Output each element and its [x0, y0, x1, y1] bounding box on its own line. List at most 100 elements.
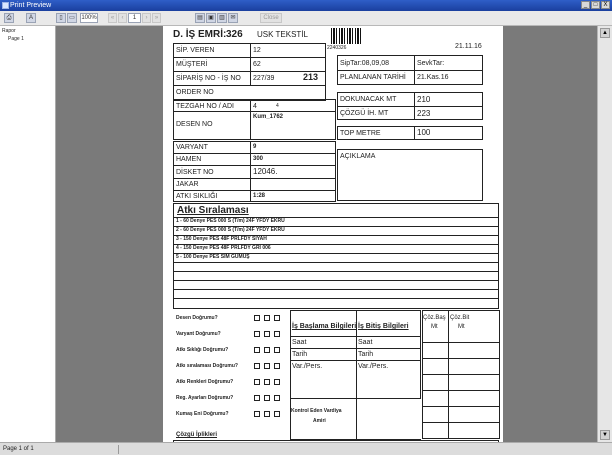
control-label-line1: Kontrol Eden Vardiya — [291, 408, 342, 414]
field-label: ATKI SIKLIĞI — [176, 193, 218, 200]
window-titlebar: Print Preview _ □ X — [0, 0, 612, 11]
field-label: JAKAR — [176, 181, 199, 188]
close-preview-button[interactable]: Close — [260, 13, 282, 23]
print-icon[interactable]: ⎙ — [4, 13, 14, 23]
window-title: Print Preview — [10, 2, 52, 9]
status-bar: Page 1 of 1 — [0, 442, 612, 455]
loom-label: TEZGAH NO / ADI — [176, 103, 234, 110]
checkbox[interactable] — [254, 395, 260, 401]
zoom-field[interactable]: 100% — [80, 13, 98, 23]
field-label: SİP. VEREN — [176, 47, 215, 54]
field-label: VARYANT — [176, 144, 208, 151]
close-window-button[interactable]: X — [601, 1, 610, 9]
email-icon[interactable]: ✉ — [228, 13, 238, 23]
save-icon[interactable]: ▣ — [206, 13, 216, 23]
field-value: 300 — [253, 156, 264, 162]
checkbox[interactable] — [274, 347, 280, 353]
roll-meter-value: 100 — [417, 128, 431, 137]
last-page-icon[interactable]: » — [152, 13, 161, 23]
weft-row: 2 - 60 Denye PES 000 S (T/m) 24F YFDY EK… — [176, 227, 285, 233]
scroll-up-icon[interactable]: ▲ — [600, 28, 610, 38]
checkbox[interactable] — [254, 331, 260, 337]
check-question: Atkı Renkleri Doğrumu? — [176, 379, 234, 385]
checkbox[interactable] — [264, 347, 270, 353]
checkbox[interactable] — [274, 315, 280, 321]
maximize-button[interactable]: □ — [591, 1, 600, 9]
doc-title: D. İŞ EMRİ: — [173, 29, 227, 40]
warp-yarns-box — [173, 440, 499, 442]
check-question: Atkı Sıklığı Doğrumu? — [176, 347, 229, 353]
checkbox[interactable] — [254, 347, 260, 353]
shipment-date: SevkTar: — [417, 60, 445, 67]
planned-date-value: 21.Kas.16 — [417, 74, 449, 81]
checkbox[interactable] — [254, 411, 260, 417]
checkbox[interactable] — [264, 411, 270, 417]
checkbox[interactable] — [264, 331, 270, 337]
tree-page-item[interactable]: Page 1 — [8, 36, 24, 42]
open-icon[interactable]: ▤ — [195, 13, 205, 23]
checkbox[interactable] — [264, 395, 270, 401]
print-date: 21.11.16 — [455, 43, 482, 50]
app-icon — [2, 2, 9, 9]
checkbox[interactable] — [264, 315, 270, 321]
checkbox[interactable] — [274, 379, 280, 385]
start-info-title: İş Başlama Bilgileri — [292, 323, 357, 330]
warp-meters-value: 223 — [417, 109, 431, 118]
checkbox[interactable] — [274, 363, 280, 369]
field-label: ORDER NO — [176, 89, 214, 96]
text-icon[interactable]: A — [26, 13, 36, 23]
field-label: SİPARİŞ NO - İŞ NO — [176, 75, 241, 82]
order-number: 326 — [226, 29, 243, 40]
weft-row: 5 - 100 Denye PES SİM GÜMÜŞ — [176, 254, 250, 260]
roll-meter-label: TOP METRE — [340, 130, 381, 137]
minimize-button[interactable]: _ — [581, 1, 590, 9]
checkbox[interactable] — [274, 411, 280, 417]
end-info-title: İş Bitiş Bilgileri — [358, 323, 409, 330]
loom-number: 4 — [253, 103, 257, 110]
control-label-line2: Amiri — [313, 418, 326, 424]
weave-meters-value: 210 — [417, 95, 431, 104]
check-question: Desen Doğrumu? — [176, 315, 218, 321]
status-divider — [118, 445, 119, 454]
checkbox[interactable] — [254, 315, 260, 321]
export-icon[interactable]: ▥ — [217, 13, 227, 23]
weft-row: 1 - 60 Denye PES 000 S (T/m) 24F YFDY EK… — [176, 218, 285, 224]
planned-date-label: PLANLANAN TARİHİ — [340, 74, 406, 81]
field-label: MÜŞTERİ — [176, 61, 208, 68]
page-status: Page 1 of 1 — [3, 446, 34, 452]
pattern-value: Kum_1762 — [253, 114, 284, 120]
check-question: Atkı sıralaması Doğrumu? — [176, 363, 238, 369]
warp-yarns-title: Çözgü İplikleri — [176, 432, 218, 438]
prev-page-icon[interactable]: ‹ — [118, 13, 127, 23]
tree-root-item[interactable]: Rapor — [2, 28, 16, 34]
warp-end-unit: Mt — [458, 324, 465, 330]
field-value: 9 — [253, 144, 257, 150]
page-number-input[interactable]: 1 — [128, 13, 141, 23]
multi-page-icon[interactable]: ▭ — [67, 13, 77, 23]
first-page-icon[interactable]: « — [108, 13, 117, 23]
company-name: USK TEKSTİL — [257, 30, 308, 39]
checkbox[interactable] — [274, 331, 280, 337]
next-page-icon[interactable]: › — [142, 13, 151, 23]
preview-toolbar: ⎙ A ▯ ▭ 100% « ‹ 1 › » ▤ ▣ ▥ ✉ Close — [0, 11, 612, 26]
field-value: 62 — [253, 61, 261, 68]
checkbox[interactable] — [274, 395, 280, 401]
field-label: HAMEN — [176, 156, 202, 163]
field-value: 227/39 — [253, 75, 275, 82]
single-page-icon[interactable]: ▯ — [56, 13, 66, 23]
checkbox[interactable] — [254, 363, 260, 369]
outline-pane: Rapor Page 1 — [0, 26, 56, 442]
loom-name: 4 — [276, 103, 279, 109]
vertical-scrollbar[interactable]: ▲ ▼ — [597, 26, 612, 442]
checkbox[interactable] — [254, 379, 260, 385]
warp-end-label: Çöz.Bit — [450, 315, 470, 321]
checkbox[interactable] — [264, 363, 270, 369]
check-question: Kumaş Eni Doğrumu? — [176, 411, 229, 417]
field-value: 12046. — [253, 167, 278, 176]
scroll-down-icon[interactable]: ▼ — [600, 430, 610, 440]
warp-start-label: Çöz.Baş — [423, 315, 446, 321]
weft-sequence-title: Atkı Sıralaması — [177, 205, 249, 216]
checkbox[interactable] — [264, 379, 270, 385]
end-date-label: Tarih — [358, 351, 374, 358]
check-question: Reg. Ayarları Doğrumu? — [176, 395, 234, 401]
